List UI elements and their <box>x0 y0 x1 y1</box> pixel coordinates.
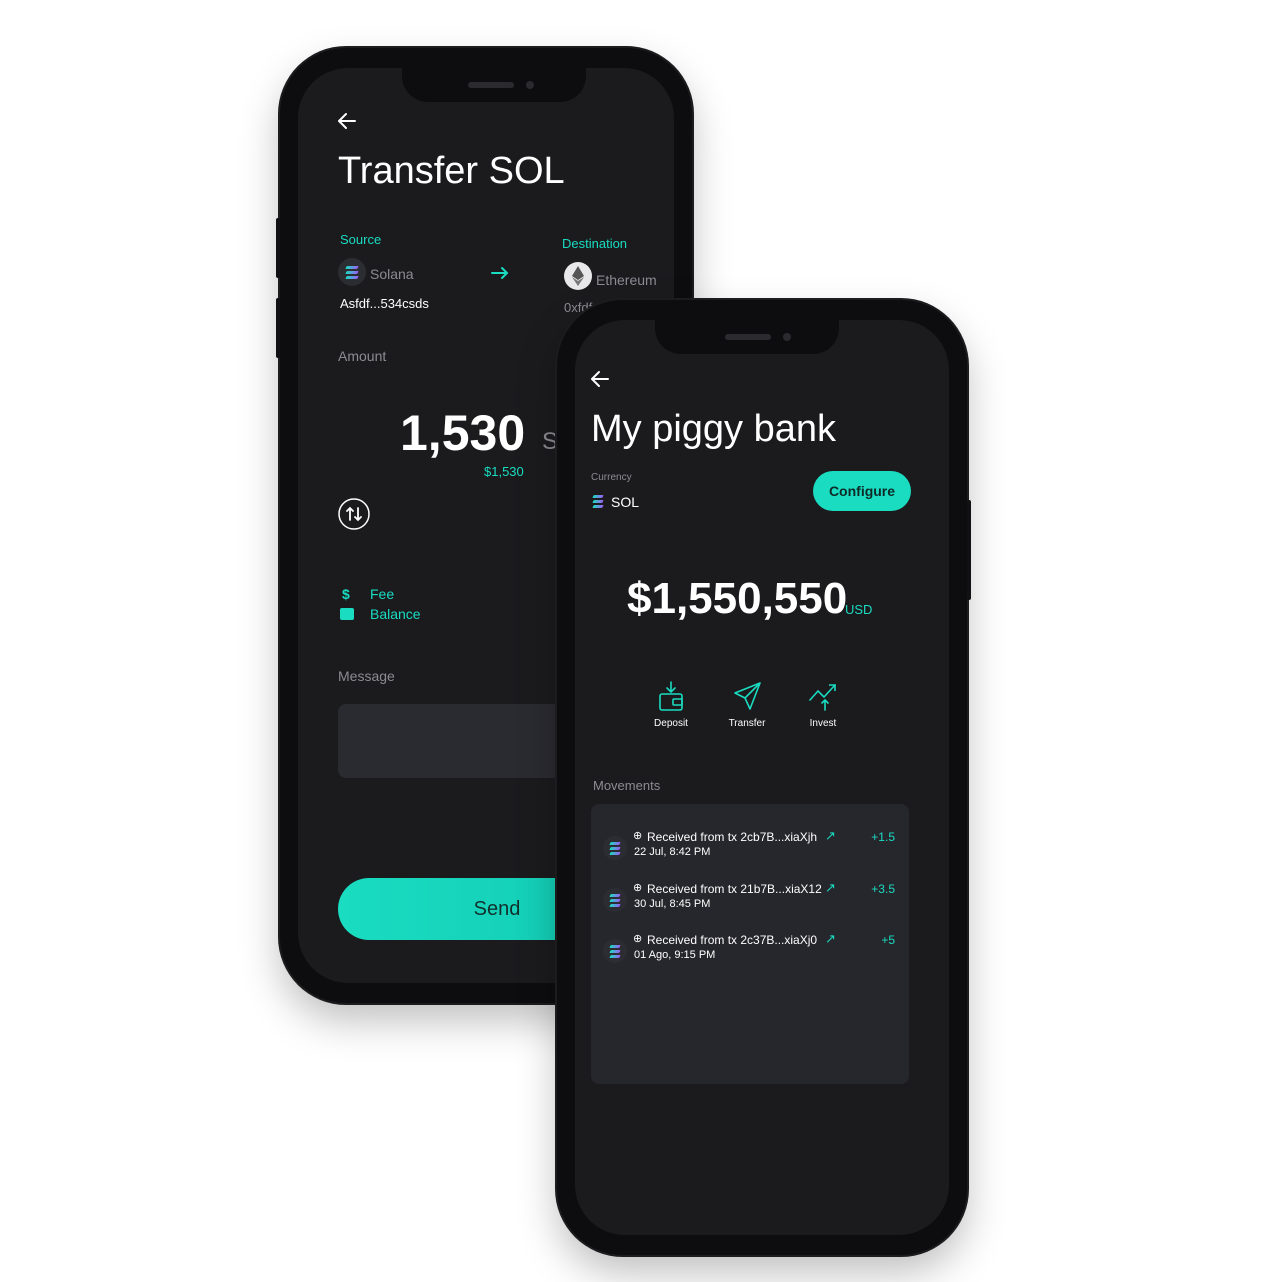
external-link-icon[interactable]: ↗ <box>825 828 836 844</box>
page-title: Transfer SOL <box>338 150 565 192</box>
movement-date: 30 Jul, 8:45 PM <box>634 898 711 910</box>
piggy-bank-screen: My piggy bank Currency SOL Configure $1,… <box>575 320 949 1235</box>
destination-name: Ethereum <box>596 272 657 288</box>
fee-label: Fee <box>370 586 395 602</box>
currency-value: SOL <box>611 494 640 510</box>
currency-label: Currency <box>591 472 632 483</box>
source-address: Asfdf...534csds <box>340 296 429 311</box>
invest-action[interactable]: Invest <box>793 680 853 740</box>
source-label: Source <box>340 232 382 247</box>
movement-text: Received from tx 2c37B...xiaXj0 <box>647 933 818 947</box>
solana-logo-icon <box>603 836 627 860</box>
solana-logo-icon <box>589 492 607 510</box>
amount-usd: $1,530 <box>484 464 524 479</box>
dollar-icon: $ <box>342 586 350 602</box>
paper-plane-icon <box>732 680 762 712</box>
side-button <box>276 298 280 358</box>
ethereum-logo-icon <box>564 262 592 290</box>
balance-value: $1,550,550 <box>627 574 848 623</box>
side-button <box>276 218 280 278</box>
back-arrow-icon[interactable] <box>336 110 358 132</box>
wallet-icon <box>340 608 354 620</box>
external-link-icon[interactable]: ↗ <box>825 931 836 947</box>
plus-circle-icon: ⊕ <box>633 830 643 842</box>
balance-unit: USD <box>845 602 873 617</box>
action-label: Transfer <box>728 718 766 729</box>
movement-date: 01 Ago, 9:15 PM <box>634 949 716 961</box>
balance-label: Balance <box>370 606 421 622</box>
message-label: Message <box>338 668 395 684</box>
amount-value[interactable]: 1,530 <box>400 404 525 462</box>
wallet-deposit-icon <box>658 680 684 712</box>
camera <box>526 81 534 89</box>
notch <box>402 68 586 102</box>
movement-text: Received from tx 2cb7B...xiaXjh <box>647 830 818 844</box>
plus-circle-icon: ⊕ <box>633 882 643 894</box>
camera <box>783 333 791 341</box>
movement-row[interactable]: ⊕ Received from tx 21b7B...xiaX12 ↗ 30 J… <box>591 880 909 926</box>
speaker <box>725 334 771 340</box>
deposit-action[interactable]: Deposit <box>641 680 701 740</box>
source-name: Solana <box>370 266 414 282</box>
amount-label: Amount <box>338 348 387 364</box>
movements-card: ⊕ Received from tx 2cb7B...xiaXjh ↗ 22 J… <box>591 804 909 1084</box>
solana-logo-icon <box>603 888 627 912</box>
transfer-action[interactable]: Transfer <box>717 680 777 740</box>
movement-date: 22 Jul, 8:42 PM <box>634 846 711 858</box>
movement-amount: +3.5 <box>871 882 895 896</box>
arrow-right-icon <box>490 266 510 285</box>
movement-amount: +1.5 <box>871 830 895 844</box>
movement-text: Received from tx 21b7B...xiaX12 <box>647 882 822 896</box>
destination-label: Destination <box>562 236 628 251</box>
movement-row[interactable]: ⊕ Received from tx 2c37B...xiaXj0 ↗ 01 A… <box>591 931 909 977</box>
send-button-label: Send <box>473 897 521 920</box>
side-button <box>967 500 971 600</box>
configure-button-label: Configure <box>828 483 896 499</box>
configure-button[interactable]: Configure <box>813 471 911 511</box>
notch <box>655 320 839 354</box>
trend-up-icon <box>808 680 838 712</box>
movement-amount: +5 <box>881 933 895 947</box>
back-arrow-icon[interactable] <box>589 368 611 390</box>
phone-piggy-bank: My piggy bank Currency SOL Configure $1,… <box>557 300 971 1255</box>
action-label: Invest <box>809 718 837 729</box>
swap-icon[interactable] <box>338 498 370 535</box>
page-title: My piggy bank <box>591 408 837 450</box>
action-label: Deposit <box>654 718 688 729</box>
solana-logo-icon <box>338 258 366 286</box>
plus-circle-icon: ⊕ <box>633 933 643 945</box>
speaker <box>468 82 514 88</box>
movements-label: Movements <box>593 778 661 793</box>
solana-logo-icon <box>603 939 627 963</box>
movement-row[interactable]: ⊕ Received from tx 2cb7B...xiaXjh ↗ 22 J… <box>591 828 909 874</box>
external-link-icon[interactable]: ↗ <box>825 880 836 896</box>
